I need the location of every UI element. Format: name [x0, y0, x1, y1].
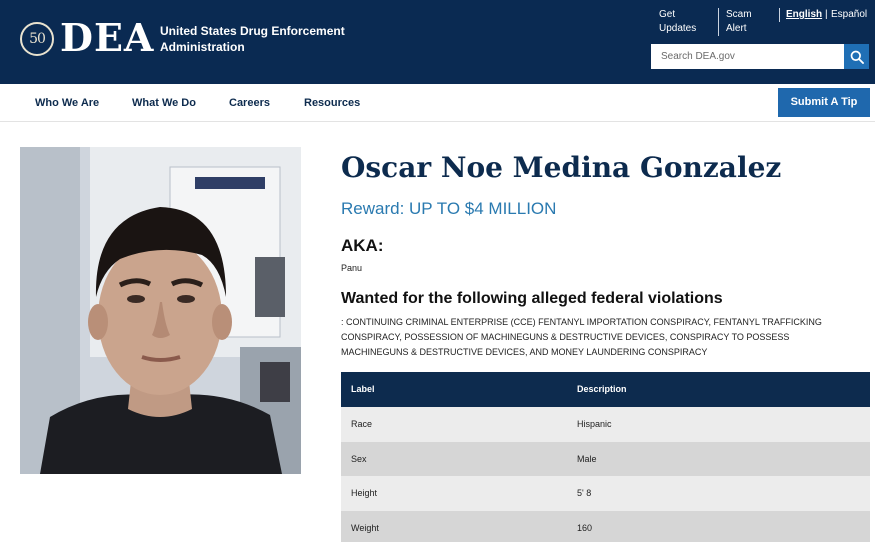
search-icon	[850, 50, 864, 64]
aka-heading: AKA:	[341, 236, 384, 255]
row-value: 5' 8	[577, 488, 592, 498]
utility-divider	[779, 8, 780, 22]
row-label: Weight	[351, 522, 379, 533]
nav-resources[interactable]: Resources	[304, 96, 360, 110]
get-updates-line2: Updates	[659, 23, 697, 34]
table-row: Weight 160	[341, 510, 870, 542]
row-label: Race	[351, 419, 373, 429]
suspect-photo	[20, 147, 301, 474]
row-value: Male	[577, 453, 597, 464]
submit-tip-button[interactable]: Submit A Tip	[778, 88, 870, 117]
agency-name-line2: Administration	[160, 40, 245, 54]
column-header-description: Description	[577, 384, 627, 394]
row-value: 160	[577, 522, 593, 533]
table-row: Sex Male	[341, 441, 870, 476]
english-link[interactable]: English	[786, 8, 822, 22]
scam-alert-link[interactable]: Scam Alert	[726, 8, 752, 36]
row-label: Height	[351, 488, 378, 498]
agency-name[interactable]: United States Drug Enforcement Administr…	[160, 23, 360, 55]
portrait-image	[20, 147, 301, 474]
table-row: Height 5' 8	[341, 476, 870, 511]
row-value: Hispanic	[577, 419, 612, 429]
row-label: Sex	[351, 453, 367, 464]
search-button[interactable]	[844, 44, 869, 69]
search-input[interactable]	[651, 44, 844, 69]
main-nav: Who We Are What We Do Careers Resources	[0, 84, 875, 122]
violations-text: : CONTINUING CRIMINAL ENTERPRISE (CCE) F…	[341, 315, 871, 360]
column-header-label: Label	[351, 384, 375, 394]
nav-who-we-are[interactable]: Who We Are	[35, 96, 99, 110]
scam-alert-line2: Alert	[726, 23, 747, 34]
scam-alert-line1: Scam	[726, 9, 752, 20]
table-row: Race Hispanic	[341, 407, 870, 442]
suspect-name: Oscar Noe Medina Gonzalez	[341, 151, 782, 184]
table-header: Label Description	[341, 372, 870, 407]
language-divider: |	[825, 9, 828, 20]
agency-name-line1: United States Drug Enforcement	[160, 24, 345, 38]
violations-line: : CONTINUING CRIMINAL ENTERPRISE (CCE) F…	[341, 317, 822, 327]
get-updates-line1: Get	[659, 9, 676, 20]
espanol-link[interactable]: Español	[831, 8, 867, 22]
nav-what-we-do[interactable]: What We Do	[132, 96, 196, 110]
reward-text: Reward: UP TO $4 MILLION	[341, 199, 557, 218]
nav-careers[interactable]: Careers	[229, 96, 270, 110]
get-updates-link[interactable]: Get Updates	[659, 8, 696, 36]
seal-icon[interactable]: 50	[20, 22, 54, 56]
site-header: 50 DEA United States Drug Enforcement Ad…	[0, 0, 875, 84]
details-table: Label Description Race Hispanic Sex Male…	[341, 372, 870, 542]
violations-line: CONSPIRACY, POSSESSION OF MACHINEGUNS & …	[341, 332, 790, 342]
violations-heading: Wanted for the following alleged federal…	[341, 290, 723, 307]
aka-value: Panu	[341, 263, 363, 273]
dea-logo[interactable]: DEA	[60, 16, 154, 60]
utility-divider	[718, 8, 719, 36]
violations-line: MACHINEGUNS & DESTRUCTIVE DEVICES, AND M…	[341, 347, 708, 357]
